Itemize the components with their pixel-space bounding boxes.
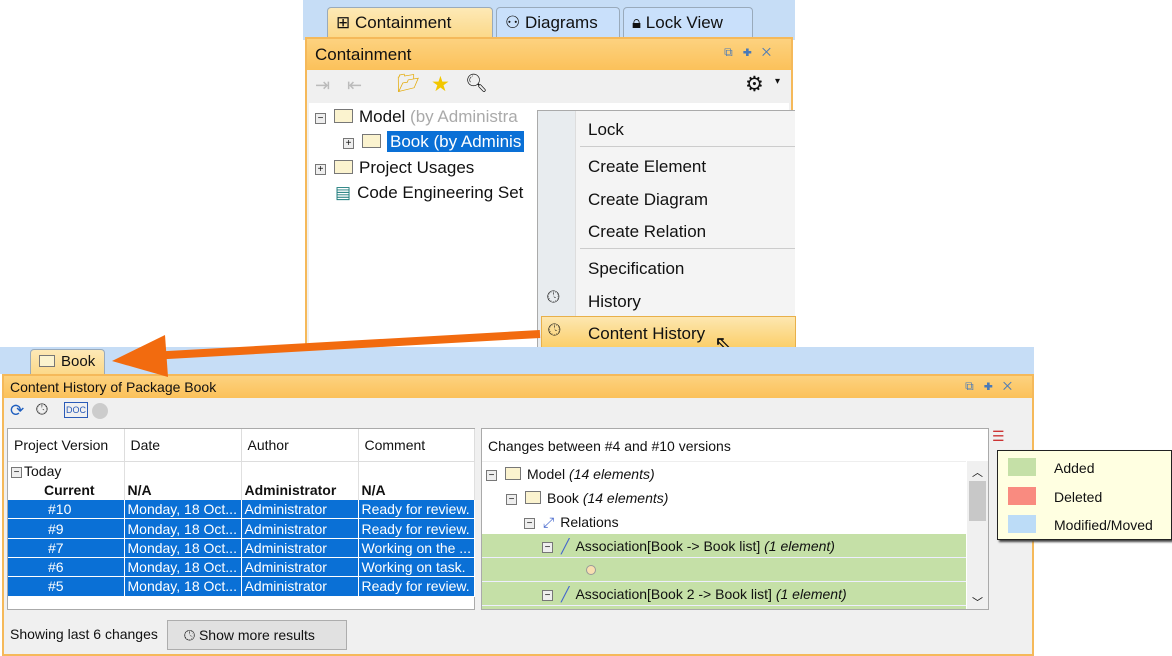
callout-arrow: [112, 330, 541, 377]
